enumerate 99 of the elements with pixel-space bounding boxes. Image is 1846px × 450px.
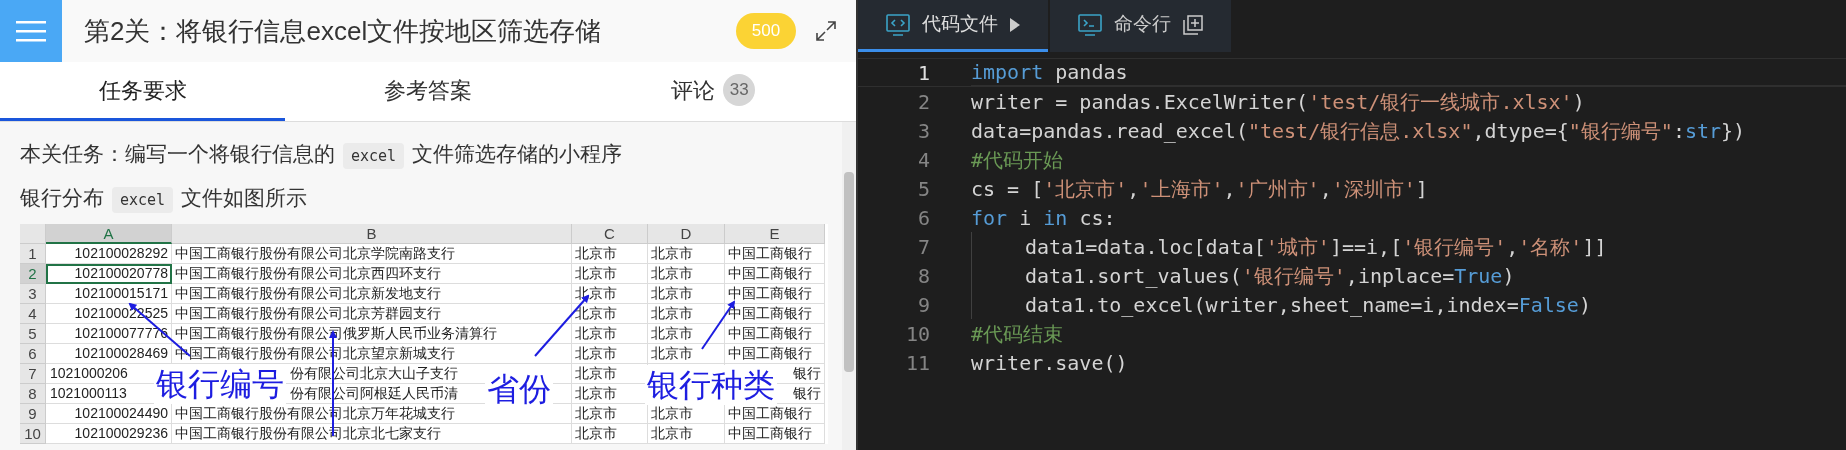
- line-number: 10: [904, 320, 931, 348]
- annotation-label: 银行编号: [154, 364, 286, 404]
- level-title: 第2关：将银行信息excel文件按地区筛选存储: [84, 14, 603, 48]
- column-header[interactable]: A: [46, 224, 172, 244]
- row-number: 8: [20, 384, 46, 404]
- code-line: data1=data.loc[data['城市']==i,['银行编号','名称']]: [1025, 233, 1607, 261]
- row-number: 4: [20, 304, 46, 324]
- line-number: 11: [904, 349, 931, 377]
- column-header[interactable]: B: [172, 224, 572, 244]
- table-cell: 北京市: [651, 425, 693, 441]
- code-line: writer.save(): [971, 349, 1128, 377]
- table-cell: 北京市: [575, 265, 617, 281]
- task-text: 本关任务：编写一个将银行信息的 excel 文件筛选存储的小程序: [20, 136, 842, 174]
- code-line: for i in cs:: [971, 204, 1116, 232]
- terminal-icon: [1078, 13, 1102, 36]
- line-number: 8: [916, 262, 931, 290]
- tab[interactable]: 评论 33: [570, 62, 856, 121]
- table-cell: 北京市: [575, 345, 617, 361]
- code-line: import pandas: [971, 59, 1128, 86]
- table-cell: 北京市: [575, 365, 617, 381]
- table-cell: 北京市: [651, 305, 693, 321]
- table-cell: 1021000206: [50, 365, 128, 381]
- sheet-corner[interactable]: [20, 224, 46, 244]
- line-number: 4: [916, 146, 931, 174]
- code-line: #代码结束: [971, 320, 1064, 348]
- table-cell: 北京市: [575, 325, 617, 341]
- table-cell: 中国工商银行: [728, 285, 812, 301]
- tab[interactable]: 任务要求: [0, 62, 286, 121]
- line-number: 5: [916, 175, 931, 203]
- table-cell: 银行: [793, 385, 821, 401]
- code-icon: [886, 13, 910, 36]
- table-cell: 北京市: [575, 405, 617, 421]
- table-cell: 中国工商银行: [728, 325, 812, 341]
- new-window-icon: [1183, 14, 1203, 35]
- table-cell: 北京市: [651, 285, 693, 301]
- row-number: 1: [20, 244, 46, 264]
- table-cell: 银行: [793, 365, 821, 381]
- table-cell: 北京市: [651, 345, 693, 361]
- table-cell: 中国工商银行: [728, 245, 812, 261]
- column-header[interactable]: C: [572, 224, 648, 244]
- annotation-label: 银行种类: [645, 365, 777, 405]
- table-cell: 北京市: [651, 245, 693, 261]
- table-cell: 102100028469: [74, 345, 168, 361]
- line-number: 1: [916, 59, 931, 87]
- column-header[interactable]: D: [648, 224, 725, 244]
- expand-icon[interactable]: [814, 19, 838, 43]
- table-cell: 中国工商银行股份有限公司北京学院南路支行: [175, 245, 455, 261]
- table-cell: 中国工商银行: [728, 345, 812, 361]
- row-number: 7: [20, 364, 46, 384]
- code-line: data1.sort_values('银行编号',inplace=True): [1025, 262, 1515, 290]
- line-number: 6: [916, 204, 931, 232]
- table-cell: 中国工商银行: [728, 405, 812, 421]
- tab[interactable]: 参考答案: [285, 62, 571, 121]
- column-header[interactable]: E: [725, 224, 825, 244]
- row-number: 10: [20, 424, 46, 444]
- table-cell: 中国工商银行股份有限公司北京芳群园支行: [175, 305, 441, 321]
- table-cell: 102100029236: [74, 425, 168, 441]
- line-number: 3: [916, 117, 931, 145]
- play-icon: [1010, 17, 1020, 32]
- line-number: 9: [916, 291, 931, 319]
- row-number: 5: [20, 324, 46, 344]
- editor-tab[interactable]: 代码文件: [858, 0, 1048, 52]
- menu-button[interactable]: [0, 0, 62, 62]
- code-line: data=pandas.read_excel("test/银行信息.xlsx",dtype={"银行编号":str}): [971, 117, 1746, 145]
- table-cell: 中国工商银行: [728, 265, 812, 281]
- row-number: 2: [20, 264, 46, 284]
- editor-tab[interactable]: 命令行: [1050, 0, 1231, 52]
- code-line: #代码开始: [971, 146, 1064, 174]
- task-text: 银行分布 excel 文件如图所示: [20, 180, 842, 218]
- line-number: 7: [916, 233, 931, 261]
- table-cell: 102100015171: [74, 285, 168, 301]
- table-cell: 北京市: [651, 405, 693, 421]
- row-number: 3: [20, 284, 46, 304]
- table-cell: 1021000113: [50, 385, 127, 401]
- table-cell: 102100028292: [74, 245, 168, 261]
- table-cell: 中国工商银行: [728, 305, 812, 321]
- table-cell: 北京市: [575, 385, 617, 401]
- table-cell: 中国工商银行股份有限公司北京新发地支行: [175, 285, 441, 301]
- table-cell: 北京市: [575, 305, 617, 321]
- table-cell: 份有限公司北京大山子支行: [290, 365, 458, 381]
- score-badge: 500: [736, 13, 796, 49]
- table-cell: 北京市: [575, 245, 617, 261]
- table-cell: 102100024490: [74, 405, 168, 421]
- table-cell: 份有限公司阿根廷人民币清: [290, 385, 458, 401]
- code-line: cs = ['北京市','上海市','广州市','深圳市']: [971, 175, 1428, 203]
- table-cell: 北京市: [651, 325, 693, 341]
- code-line: data1.to_excel(writer,sheet_name=i,index=False): [1025, 291, 1591, 319]
- code-line: writer = pandas.ExcelWriter('test/银行一线城市.xlsx'): [971, 88, 1585, 116]
- line-number: 2: [916, 88, 931, 116]
- row-number: 9: [20, 404, 46, 424]
- table-cell: 北京市: [575, 425, 617, 441]
- table-cell: 北京市: [651, 265, 693, 281]
- table-cell: 中国工商银行股份有限公司北京西四环支行: [175, 265, 441, 281]
- menu-icon: [16, 19, 46, 43]
- table-cell: 中国工商银行: [728, 425, 812, 441]
- table-cell: 102100020778: [74, 265, 168, 281]
- scrollbar-thumb[interactable]: [844, 172, 854, 372]
- row-number: 6: [20, 344, 46, 364]
- count-badge: 33: [723, 74, 756, 106]
